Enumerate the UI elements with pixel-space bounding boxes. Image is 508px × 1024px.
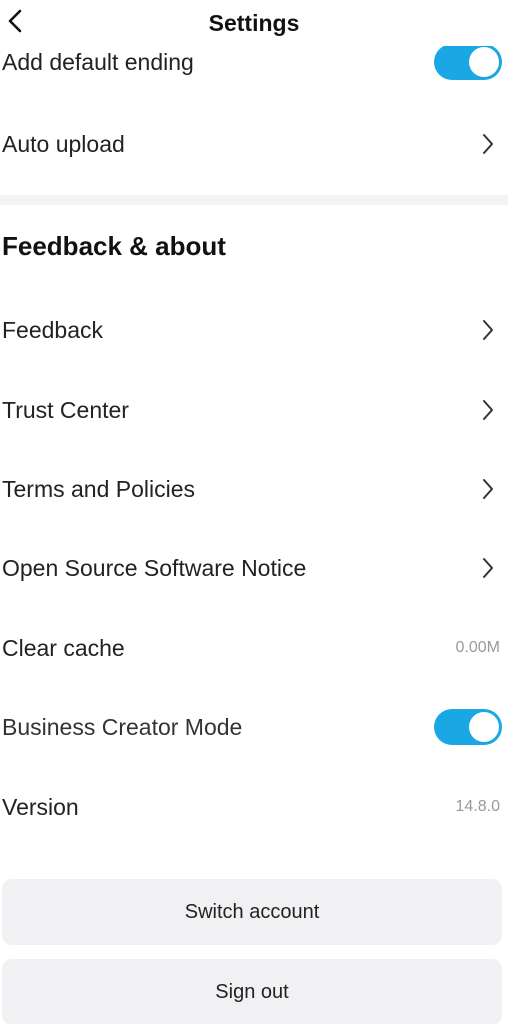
toggle-knob: [469, 47, 499, 77]
switch-account-button[interactable]: Switch account: [2, 879, 502, 945]
setting-row-terms-and-policies[interactable]: Terms and Policies: [0, 453, 508, 525]
header-bar: Settings: [0, 0, 508, 46]
settings-screen: Settings Add default ending Auto upload …: [0, 0, 508, 1024]
setting-row-feedback[interactable]: Feedback: [0, 294, 508, 366]
cache-size-value: 0.00M: [455, 639, 500, 656]
toggle-knob: [469, 712, 499, 742]
back-button[interactable]: [0, 4, 30, 38]
setting-label: Trust Center: [2, 396, 129, 423]
section-divider: [0, 195, 508, 205]
page-title: Settings: [208, 9, 300, 36]
section-title-feedback-about: Feedback & about: [2, 231, 226, 261]
setting-row-clear-cache[interactable]: Clear cache 0.00M: [0, 612, 508, 684]
setting-row-business-creator-mode[interactable]: Business Creator Mode: [0, 691, 508, 763]
setting-label: Business Creator Mode: [2, 713, 243, 740]
business-creator-mode-toggle[interactable]: [434, 709, 502, 745]
sign-out-button[interactable]: Sign out: [2, 959, 502, 1024]
add-default-ending-toggle[interactable]: [434, 44, 502, 80]
chevron-right-icon: [480, 477, 496, 501]
chevron-right-icon: [480, 132, 496, 156]
chevron-left-icon: [8, 9, 22, 33]
chevron-right-icon: [480, 318, 496, 342]
version-value: 14.8.0: [455, 798, 500, 815]
chevron-right-icon: [480, 398, 496, 422]
setting-label: Add default ending: [2, 48, 194, 75]
setting-row-open-source-notice[interactable]: Open Source Software Notice: [0, 532, 508, 604]
setting-row-version: Version 14.8.0: [0, 771, 508, 843]
setting-label: Clear cache: [2, 634, 125, 661]
setting-label: Auto upload: [2, 130, 125, 157]
setting-row-auto-upload[interactable]: Auto upload: [0, 108, 508, 180]
setting-label: Terms and Policies: [2, 475, 196, 502]
setting-label: Version: [2, 793, 79, 820]
setting-label: Open Source Software Notice: [2, 554, 307, 581]
setting-label: Feedback: [2, 316, 104, 343]
settings-list[interactable]: Add default ending Auto upload Feedback …: [0, 0, 508, 1024]
setting-row-trust-center[interactable]: Trust Center: [0, 374, 508, 446]
chevron-right-icon: [480, 556, 496, 580]
